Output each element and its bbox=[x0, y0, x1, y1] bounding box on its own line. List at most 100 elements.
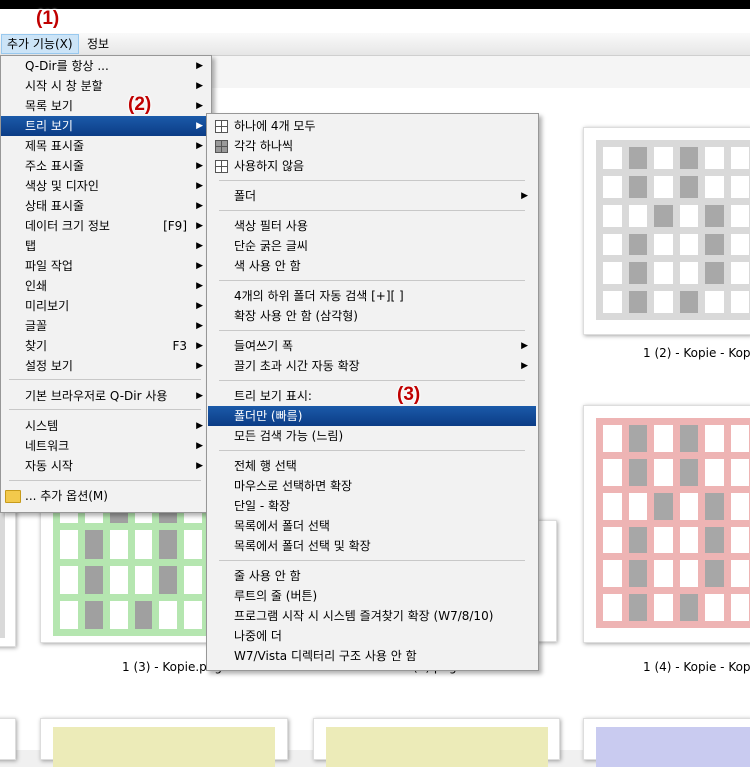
submenu-item-17[interactable]: 목록에서 폴더 선택 bbox=[208, 516, 536, 536]
tree-grid-icon bbox=[215, 140, 228, 153]
submenu-item-18[interactable]: 목록에서 폴더 선택 및 확장 bbox=[208, 536, 536, 556]
submenu-separator bbox=[219, 560, 525, 561]
thumbnail-cell bbox=[159, 530, 178, 559]
menu-item-5[interactable]: 주소 표시줄 ▶ bbox=[1, 156, 209, 176]
thumbnail-cell bbox=[628, 291, 647, 313]
menu-item-1[interactable]: 시작 시 창 분할 ▶ bbox=[1, 76, 209, 96]
arrow-right-icon: ▶ bbox=[196, 241, 203, 251]
thumbnail-cell bbox=[603, 560, 622, 588]
menu-item-4[interactable]: 제목 표시줄 ▶ bbox=[1, 136, 209, 156]
menu-item-11[interactable]: 인쇄 ▶ bbox=[1, 276, 209, 296]
submenu-item-2[interactable]: 사용하지 않음 bbox=[208, 156, 536, 176]
menu-item-6[interactable]: 색상 및 디자인 ▶ bbox=[1, 176, 209, 196]
arrow-right-icon: ▶ bbox=[196, 161, 203, 171]
thumbnail-bottom-2[interactable] bbox=[40, 718, 288, 767]
menu-item-8[interactable]: 데이터 크기 정보 [F9] ▶ bbox=[1, 216, 209, 236]
thumbnail-bottom-3[interactable] bbox=[313, 718, 560, 767]
thumbnail-cell bbox=[730, 425, 749, 452]
thumbnail-image bbox=[596, 727, 750, 767]
menu-item-10[interactable]: 파일 작업 ▶ bbox=[1, 256, 209, 276]
thumbnail-cell bbox=[679, 262, 698, 285]
thumbnail-caption[interactable]: 1 (4) - Kopie - Kopie. bbox=[643, 660, 750, 674]
submenu-item-label: 줄 사용 안 함 bbox=[234, 569, 301, 583]
submenu-item-label: 단일 - 확장 bbox=[234, 499, 291, 513]
arrow-right-icon: ▶ bbox=[196, 421, 203, 431]
thumbnail-cell bbox=[730, 291, 749, 313]
menu-item-16[interactable]: 기본 브라우저로 Q-Dir 사용 ▶ bbox=[1, 386, 209, 406]
menu-extras[interactable]: 추가 기능(X) bbox=[1, 34, 79, 54]
menu-item-2[interactable]: 목록 보기 ▶ bbox=[1, 96, 209, 116]
annotation-3: (3) bbox=[397, 384, 421, 405]
submenu-item-12[interactable]: 폴더만 (빠름) bbox=[208, 406, 536, 426]
thumbnail-cell bbox=[705, 204, 724, 227]
thumbnail-cell bbox=[705, 233, 724, 256]
submenu-item-7[interactable]: 4개의 하위 폴더 자동 검색 [+][ ] bbox=[208, 286, 536, 306]
menu-item-7[interactable]: 상태 표시줄 ▶ bbox=[1, 196, 209, 216]
submenu-item-13[interactable]: 모든 검색 가능 (느림) bbox=[208, 426, 536, 446]
menu-item-label: 시작 시 창 분할 bbox=[25, 79, 103, 93]
thumbnail-cell bbox=[705, 492, 724, 520]
arrow-right-icon: ▶ bbox=[196, 461, 203, 471]
submenu-item-5[interactable]: 단순 굵은 글씨 bbox=[208, 236, 536, 256]
thumbnail-cell bbox=[654, 594, 673, 621]
menu-item-0[interactable]: Q-Dir를 항상 ... ▶ bbox=[1, 56, 209, 76]
menu-item-17[interactable]: 시스템 ▶ bbox=[1, 416, 209, 436]
submenu-item-1[interactable]: 각각 하나씩 bbox=[208, 136, 536, 156]
thumbnail-cell bbox=[654, 175, 673, 198]
submenu-item-0[interactable]: 하나에 4개 모두 bbox=[208, 116, 536, 136]
thumbnail-cell bbox=[603, 526, 622, 554]
menu-item-label: 색상 및 디자인 bbox=[25, 179, 99, 193]
submenu-item-23[interactable]: W7/Vista 디렉터리 구조 사용 안 함 bbox=[208, 646, 536, 666]
menu-item-label: 자동 시작 bbox=[25, 459, 73, 473]
submenu-separator bbox=[219, 450, 525, 451]
thumbnail-cell bbox=[705, 458, 724, 486]
arrow-right-icon: ▶ bbox=[196, 441, 203, 451]
menu-item-label: Q-Dir를 항상 ... bbox=[25, 59, 109, 73]
thumbnail-cell bbox=[730, 262, 749, 285]
submenu-item-14[interactable]: 전체 행 선택 bbox=[208, 456, 536, 476]
submenu-item-4[interactable]: 색상 필터 사용 bbox=[208, 216, 536, 236]
thumbnail-caption[interactable]: 1 (2) - Kopie - Kopie. bbox=[643, 346, 750, 360]
window-top-edge bbox=[0, 0, 750, 9]
submenu-item-3[interactable]: 폴더 ▶ bbox=[208, 186, 536, 206]
arrow-right-icon: ▶ bbox=[196, 261, 203, 271]
menu-item-13[interactable]: 글꼴 ▶ bbox=[1, 316, 209, 336]
submenu-item-19[interactable]: 줄 사용 안 함 bbox=[208, 566, 536, 586]
submenu-item-label: 마우스로 선택하면 확장 bbox=[234, 479, 353, 493]
annotation-1: (1) bbox=[36, 8, 60, 29]
submenu-item-15[interactable]: 마우스로 선택하면 확장 bbox=[208, 476, 536, 496]
thumbnail-1-4[interactable] bbox=[583, 405, 750, 643]
menu-item-12[interactable]: 미리보기 ▶ bbox=[1, 296, 209, 316]
thumbnail-cell bbox=[628, 560, 647, 588]
menu-item-20[interactable]: ... 추가 옵션(M) bbox=[1, 486, 209, 506]
menu-separator bbox=[9, 409, 201, 410]
submenu-item-20[interactable]: 루트의 줄 (버튼) bbox=[208, 586, 536, 606]
thumbnail-image bbox=[326, 727, 548, 767]
thumbnail-cell bbox=[679, 560, 698, 588]
menu-info[interactable]: 정보 bbox=[82, 35, 114, 53]
thumbnail-cell bbox=[679, 526, 698, 554]
submenu-item-10[interactable]: 끌기 초과 시간 자동 확장 ▶ bbox=[208, 356, 536, 376]
submenu-item-21[interactable]: 프로그램 시작 시 시스템 즐겨찾기 확장 (W7/8/10) bbox=[208, 606, 536, 626]
menu-item-3[interactable]: 트리 보기 ▶ bbox=[1, 116, 209, 136]
thumbnail-bottom-4[interactable] bbox=[583, 718, 750, 767]
submenu-item-label: 폴더 bbox=[234, 189, 257, 203]
thumbnail-cell bbox=[184, 530, 202, 559]
menu-item-9[interactable]: 탭 ▶ bbox=[1, 236, 209, 256]
thumbnail-cell bbox=[654, 147, 673, 169]
menu-item-label: 설정 보기 bbox=[25, 359, 73, 373]
thumbnail-1-2[interactable] bbox=[583, 127, 750, 335]
thumbnail-bottom-1[interactable] bbox=[0, 718, 16, 760]
submenu-separator bbox=[219, 330, 525, 331]
submenu-item-8[interactable]: 확장 사용 안 함 (삼각형) bbox=[208, 306, 536, 326]
menu-item-label: 기본 브라우저로 Q-Dir 사용 bbox=[25, 389, 168, 403]
menu-item-18[interactable]: 네트워크 ▶ bbox=[1, 436, 209, 456]
menu-item-19[interactable]: 자동 시작 ▶ bbox=[1, 456, 209, 476]
submenu-item-9[interactable]: 들여쓰기 폭 ▶ bbox=[208, 336, 536, 356]
submenu-item-16[interactable]: 단일 - 확장 bbox=[208, 496, 536, 516]
menu-item-15[interactable]: 설정 보기 ▶ bbox=[1, 356, 209, 376]
submenu-item-22[interactable]: 나중에 더 bbox=[208, 626, 536, 646]
submenu-item-6[interactable]: 색 사용 안 함 bbox=[208, 256, 536, 276]
menu-item-14[interactable]: 찾기 F3 ▶ bbox=[1, 336, 209, 356]
thumbnail-cell bbox=[628, 458, 647, 486]
